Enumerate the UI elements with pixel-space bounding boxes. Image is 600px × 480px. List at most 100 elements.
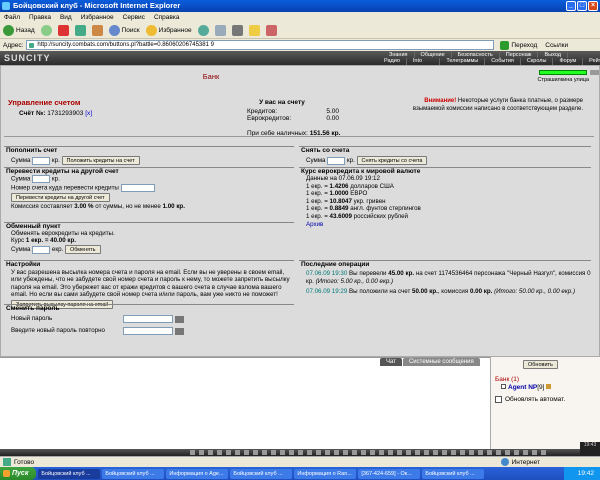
account-close-link[interactable]: [x] (85, 110, 92, 117)
tab-chat[interactable]: Чат (380, 358, 402, 366)
keyboard-icon[interactable] (175, 327, 184, 335)
chat-mode-icon[interactable] (442, 450, 447, 455)
refresh-button[interactable] (74, 25, 86, 36)
transfer-button[interactable]: Перевести кредиты на другой счет (11, 193, 110, 202)
chat-mode-icon[interactable] (244, 450, 249, 455)
chat-mode-icon[interactable] (307, 450, 312, 455)
chat-mode-icon[interactable] (343, 450, 348, 455)
chat-mode-icon[interactable] (361, 450, 366, 455)
taskbar-item[interactable]: Бойцовский клуб ... (102, 468, 165, 479)
taskbar-item[interactable]: Бойцовский клуб ... (38, 468, 101, 479)
chat-mode-icon[interactable] (226, 450, 231, 455)
deposit-amount-input[interactable] (32, 156, 51, 165)
home-button[interactable] (91, 25, 103, 36)
tab-system-messages[interactable]: Системные сообщения (402, 358, 480, 366)
back-button[interactable]: Назад (3, 25, 35, 36)
exchange-amount-input[interactable] (32, 245, 51, 254)
menu-view[interactable]: Вид (60, 12, 72, 23)
chat-mode-icon[interactable] (235, 450, 240, 455)
chat-mode-icon[interactable] (406, 450, 411, 455)
transfer-account-input[interactable] (120, 184, 155, 192)
operations-section: Последние операции 07.06.09 19:30 Вы пер… (299, 260, 591, 299)
chat-mode-icon[interactable] (280, 450, 285, 455)
chat-mode-icon[interactable] (298, 450, 303, 455)
menu-favorites[interactable]: Избранное (81, 12, 114, 23)
chat-mode-icon[interactable] (496, 450, 501, 455)
info-icon[interactable] (546, 384, 552, 389)
chat-mode-icon[interactable] (433, 450, 438, 455)
street-link[interactable]: Страшилкина улица (537, 77, 589, 83)
chat-mode-icon[interactable] (523, 450, 528, 455)
exchange-button[interactable]: Обменять (64, 245, 101, 254)
chat-mode-icon[interactable] (451, 450, 456, 455)
chat-mode-icon[interactable] (352, 450, 357, 455)
chat-mode-icon[interactable] (532, 450, 537, 455)
keyboard-icon[interactable] (175, 315, 184, 323)
start-button[interactable]: Пуск (0, 467, 37, 480)
taskbar-item[interactable]: [367-424-659] - Ок... (358, 468, 421, 479)
chat-mode-icon[interactable] (469, 450, 474, 455)
address-input[interactable]: http://suncity.combats.com/buttons.pl?ba… (26, 40, 495, 50)
print-button[interactable] (231, 25, 243, 36)
taskbar-item[interactable]: Информация о Ran... (294, 468, 357, 479)
menu-help[interactable]: Справка (154, 12, 180, 23)
chat-mode-icon[interactable] (190, 450, 195, 455)
address-label: Адрес: (3, 41, 24, 49)
minimize-button[interactable]: _ (566, 1, 576, 11)
go-button[interactable]: Переход (500, 40, 537, 50)
deposit-button[interactable]: Положить кредиты на счет (61, 156, 140, 165)
chat-mode-icon[interactable] (379, 450, 384, 455)
search-button[interactable]: Поиск (108, 25, 140, 36)
maximize-button[interactable]: □ (577, 1, 587, 11)
taskbar-item[interactable]: Бойцовский клуб ... (230, 468, 293, 479)
auto-refresh-checkbox[interactable] (495, 396, 502, 403)
chat-mode-icon[interactable] (325, 450, 330, 455)
taskbar-item[interactable]: Информация о Age... (166, 468, 229, 479)
extra-button[interactable] (265, 25, 277, 36)
transfer-amount-input[interactable] (32, 175, 51, 183)
stop-button[interactable] (57, 25, 69, 36)
links-button[interactable]: Ссылки (545, 42, 568, 49)
withdraw-button[interactable]: Снять кредиты со счета (356, 156, 428, 165)
chat-mode-icon[interactable] (514, 450, 519, 455)
forward-button[interactable] (40, 25, 52, 36)
chat-mode-icon[interactable] (271, 450, 276, 455)
chat-pane[interactable]: Чат Системные сообщения (0, 357, 490, 456)
room-user[interactable]: Agent NP[9] (501, 384, 552, 391)
close-button[interactable]: × (588, 1, 598, 11)
history-button[interactable] (197, 25, 209, 36)
withdraw-amount-input[interactable] (327, 156, 346, 165)
chat-mode-icon[interactable] (415, 450, 420, 455)
favorites-button[interactable]: Избранное (145, 25, 192, 36)
chat-mode-icon[interactable] (505, 450, 510, 455)
chat-mode-icon[interactable] (217, 450, 222, 455)
chat-mode-icon[interactable] (478, 450, 483, 455)
chat-mode-icon[interactable] (199, 450, 204, 455)
browser-window: Бойцовский клуб - Microsoft Internet Exp… (0, 0, 600, 480)
chat-mode-icon[interactable] (253, 450, 258, 455)
archive-link[interactable]: Архив (299, 221, 591, 229)
refresh-room-button[interactable]: Обновить (523, 360, 558, 369)
chat-mode-icon[interactable] (388, 450, 393, 455)
chat-mode-icon[interactable] (334, 450, 339, 455)
menu-edit[interactable]: Правка (29, 12, 51, 23)
chat-mode-icon[interactable] (487, 450, 492, 455)
chat-mode-icon[interactable] (397, 450, 402, 455)
chat-mode-icon[interactable] (208, 450, 213, 455)
private-icon[interactable] (501, 384, 506, 389)
menu-file[interactable]: Файл (4, 12, 20, 23)
chat-mode-icon[interactable] (316, 450, 321, 455)
taskbar-item[interactable]: Бойцовский клуб ... (422, 468, 485, 479)
new-password-input[interactable] (123, 315, 174, 323)
chat-mode-icon[interactable] (289, 450, 294, 455)
chat-mode-icon[interactable] (262, 450, 267, 455)
mail-button[interactable] (214, 25, 226, 36)
game-header: SUNCITY Знания Общение Безопасность Перс… (0, 51, 600, 70)
chat-mode-icon[interactable] (541, 450, 546, 455)
chat-mode-icon[interactable] (424, 450, 429, 455)
chat-mode-icon[interactable] (370, 450, 375, 455)
chat-mode-icon[interactable] (460, 450, 465, 455)
repeat-password-input[interactable] (123, 327, 174, 335)
menu-tools[interactable]: Сервис (123, 12, 145, 23)
folder-button[interactable] (248, 25, 260, 36)
